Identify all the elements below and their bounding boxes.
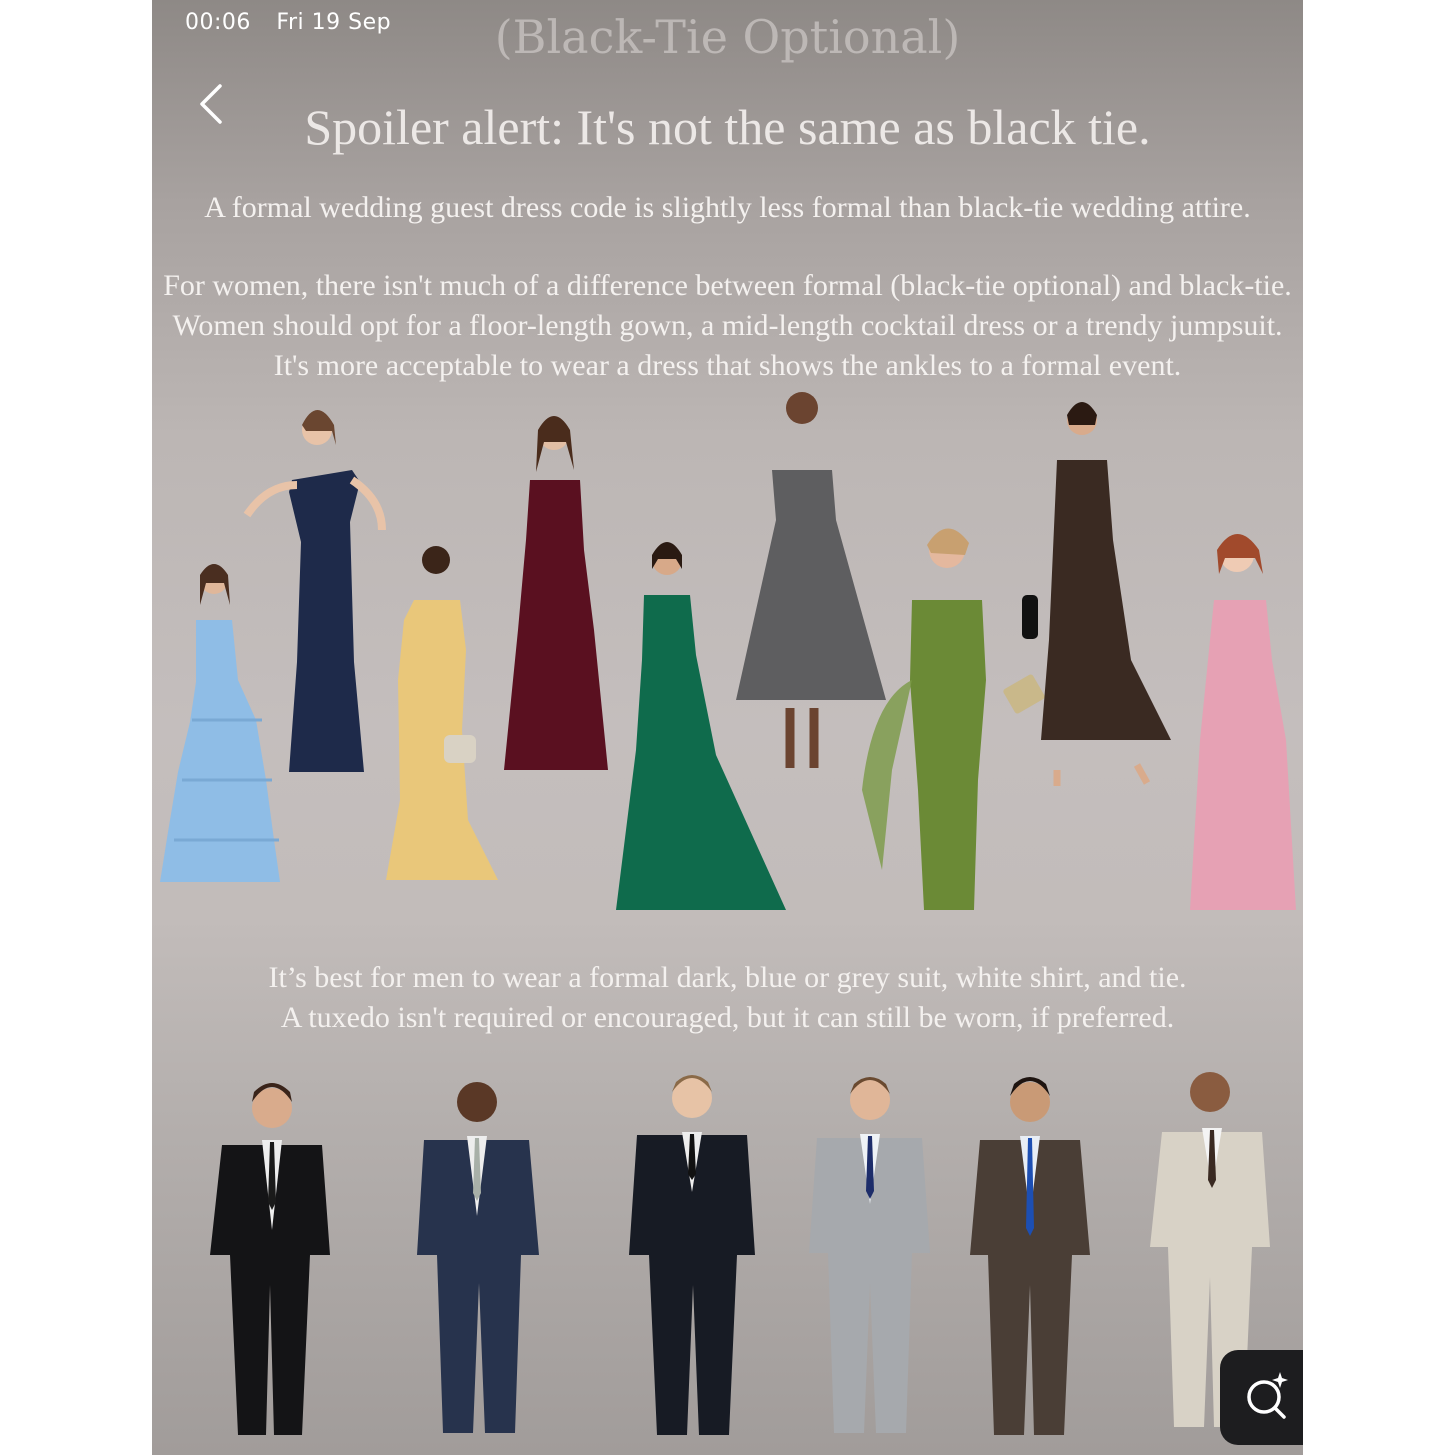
man-black-double-breasted	[629, 1075, 755, 1435]
woman-pink-gown	[1190, 534, 1296, 910]
men-guidance: It’s best for men to wear a formal dark,…	[152, 958, 1303, 1038]
assistant-button[interactable]	[1220, 1350, 1303, 1445]
woman-light-blue-gown	[160, 564, 280, 882]
men-line: A tuxedo isn't required or encouraged, b…	[280, 1001, 1175, 1034]
woman-grey-midi	[736, 392, 886, 768]
man-navy-suit	[417, 1082, 539, 1433]
intro-text: A formal wedding guest dress code is sli…	[204, 191, 1251, 224]
man-brown-suit	[970, 1077, 1090, 1435]
woman-brown-gown	[1022, 402, 1171, 786]
section-heading: (Black-Tie Optional)	[494, 10, 961, 64]
men-suits-image	[210, 1072, 1270, 1435]
women-line: It's more acceptable to wear a dress tha…	[273, 349, 1182, 382]
man-black-suit	[210, 1083, 330, 1435]
article-screen: 00:06 Fri 19 Sep (Black-Tie Optional) Sp…	[152, 0, 1303, 1455]
women-line: Women should opt for a floor-length gown…	[172, 309, 1283, 342]
women-guidance: For women, there isn't much of a differe…	[152, 266, 1303, 386]
woman-burgundy-gown	[504, 416, 608, 770]
man-light-grey-suit	[809, 1077, 930, 1433]
woman-olive-gown	[862, 528, 1045, 910]
search-sparkle-icon	[1247, 1372, 1288, 1419]
page-title: Spoiler alert: It's not the same as blac…	[304, 99, 1151, 155]
men-line: It’s best for men to wear a formal dark,…	[268, 961, 1187, 994]
woman-navy-gown	[243, 410, 386, 772]
women-line: For women, there isn't much of a differe…	[163, 269, 1292, 302]
woman-yellow-gown	[386, 546, 498, 880]
women-dresses-image	[160, 392, 1296, 910]
